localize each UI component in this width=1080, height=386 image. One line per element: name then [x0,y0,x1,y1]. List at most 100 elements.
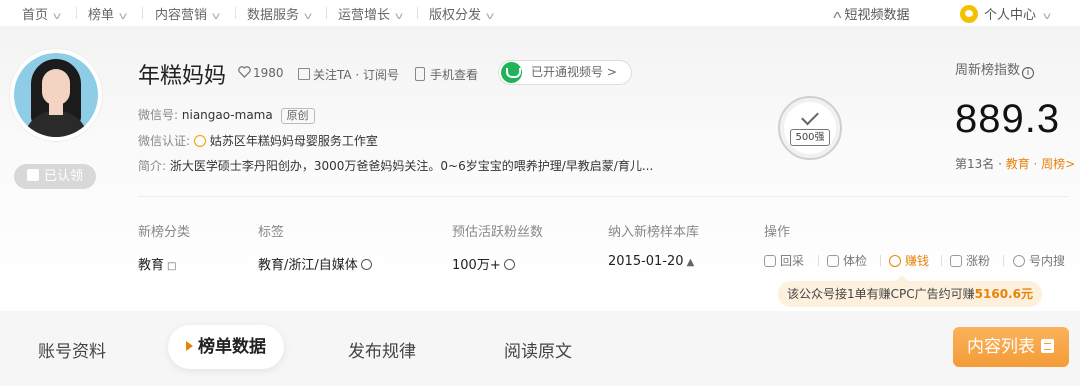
badge-label: 500强 [790,129,830,146]
refresh-icon [764,255,776,267]
tags-header: 标签 [258,225,285,240]
chevron-down-icon: v [303,11,313,22]
cert-value: 姑苏区年糕妈妈母婴服务工作室 [209,134,378,148]
content-list-button[interactable]: 内容列表 [953,327,1069,367]
tab-read-original[interactable]: 阅读原文 [504,337,572,362]
bell-icon: ▲ [686,257,695,268]
follow-button[interactable]: 关注TA · 订阅号 [298,66,399,83]
op-search[interactable]: 号内搜 [1013,252,1065,269]
earn-amount: 5160.6元 [974,287,1033,301]
wechat-id-value: niangao-mama [181,108,273,122]
op-divider [1003,255,1004,266]
video-channel-button[interactable]: 已开通视频号 > [498,60,632,85]
tags-text: 教育/浙江/自媒体 [258,258,358,273]
account-card: 已认领 年糕妈妈 1980 关注TA · 订阅号 手机查看 已开通视频号 > 微… [0,26,1080,311]
rank-link[interactable]: 教育 · 周榜> [1006,157,1076,171]
nav-label: 运营增长 [338,8,391,23]
check-icon [801,107,819,126]
phone-view-label: 手机查看 [430,68,479,82]
op-divider [941,255,942,266]
qrcode-icon [298,68,310,80]
nav-divider [235,7,236,19]
nav-label: 版权分发 [429,8,482,23]
nav-item-rankings[interactable]: 榜单 v [88,4,128,23]
nav-divider [76,7,77,19]
video-channel-icon [501,62,522,83]
search-icon [1013,255,1025,267]
index-title: 周新榜指数 i [955,59,1035,79]
divider [138,196,1068,197]
earn-tooltip: 该公众号接1单有赚CPC广告约可赚5160.6元 [778,275,1042,307]
chevron-down-icon: v [1042,11,1052,22]
video-channel-label: 已开通视频号 > [531,65,617,79]
account-name: 年糕妈妈 [138,64,227,89]
profile-icon [960,5,978,23]
nav-item-growth[interactable]: 运营增长 v [338,4,403,23]
cert-row: 微信认证: 姑苏区年糕妈妈母婴服务工作室 [138,132,378,149]
lock-icon: □ [167,261,177,272]
category-header: 新榜分类 [138,225,191,240]
avatar [10,49,102,141]
claimed-badge: 已认领 [14,164,96,189]
personal-center-label: 个人中心 [984,8,1037,23]
nav-item-data-service[interactable]: 数据服务 v [247,4,313,23]
nav-label: 内容营销 [155,8,208,23]
like-count: 1980 [253,66,284,80]
play-icon [186,341,193,351]
heart-icon [238,66,251,78]
original-tag: 原创 [280,108,315,124]
op-label: 涨粉 [966,254,991,268]
chevron-down-icon: v [118,11,128,22]
nav-item-copyright[interactable]: 版权分发 v [429,4,495,23]
nav-label: 首页 [22,8,49,23]
top500-badge: 500强 [778,96,842,160]
wechat-id-row: 微信号: niangao-mama 原创 [138,106,315,124]
intro-row: 简介: 浙大医学硕士李丹阳创办，3000万爸爸妈妈关注。0~6岁宝宝的喂养护理/… [138,157,653,174]
nav-divider [326,7,327,19]
since-text: 2015-01-20 [608,254,684,269]
op-recollect[interactable]: 回采 [764,252,804,269]
ops-header: 操作 [764,225,791,240]
help-icon[interactable] [503,259,515,270]
cert-label: 微信认证: [138,134,191,148]
tab-account-info[interactable]: 账号资料 [38,337,106,362]
chevron-down-icon: v [485,11,495,22]
info-icon[interactable]: i [1022,67,1035,79]
tab-publish-pattern[interactable]: 发布规律 [348,337,416,362]
op-grow-fans[interactable]: 涨粉 [950,252,990,269]
intro-value: 浙大医学硕士李丹阳创办，3000万爸爸妈妈关注。0~6岁宝宝的喂养护理/早教启蒙… [169,159,654,173]
avatar-face [42,69,70,105]
nav-divider [417,7,418,19]
personal-center-menu[interactable]: 个人中心 v [960,4,1052,23]
tab-label: 榜单数据 [198,337,266,357]
op-checkup[interactable]: 体检 [827,252,867,269]
index-title-text: 周新榜指数 [955,63,1021,78]
nav-divider [142,7,143,19]
op-earn[interactable]: 赚钱 [889,252,929,269]
short-video-label: 短视频数据 [844,8,910,23]
rank-text: 第13名 · [955,157,1006,171]
category-value: 教育 □ [138,254,176,273]
user-plus-icon [950,255,962,267]
nav-label: 数据服务 [247,8,300,23]
phone-view-button[interactable]: 手机查看 [415,66,478,83]
op-label: 体检 [843,254,868,268]
index-rank: 第13名 · 教育 · 周榜> [955,155,1075,172]
tags-value: 教育/浙江/自媒体 [258,254,372,273]
short-video-data-link[interactable]: v 短视频数据 [832,4,910,23]
tab-ranking-data[interactable]: 榜单数据 [168,325,284,369]
intro-label: 简介: [138,159,167,173]
money-bag-icon [889,255,901,267]
nav-item-home[interactable]: 首页 v [22,4,62,23]
phone-icon [415,67,425,81]
earn-tip-text: 该公众号接1单有赚CPC广告约可赚 [787,287,975,301]
like-button[interactable]: 1980 [238,66,284,80]
op-divider [880,255,881,266]
op-label: 回采 [780,254,805,268]
more-icon[interactable] [360,259,372,270]
fans-header: 预估活跃粉丝数 [452,225,544,240]
chevron-down-icon: v [52,11,62,22]
nav-item-content-marketing[interactable]: 内容营销 v [155,4,220,23]
op-divider [818,255,819,266]
chevron-up-icon: v [832,9,842,22]
